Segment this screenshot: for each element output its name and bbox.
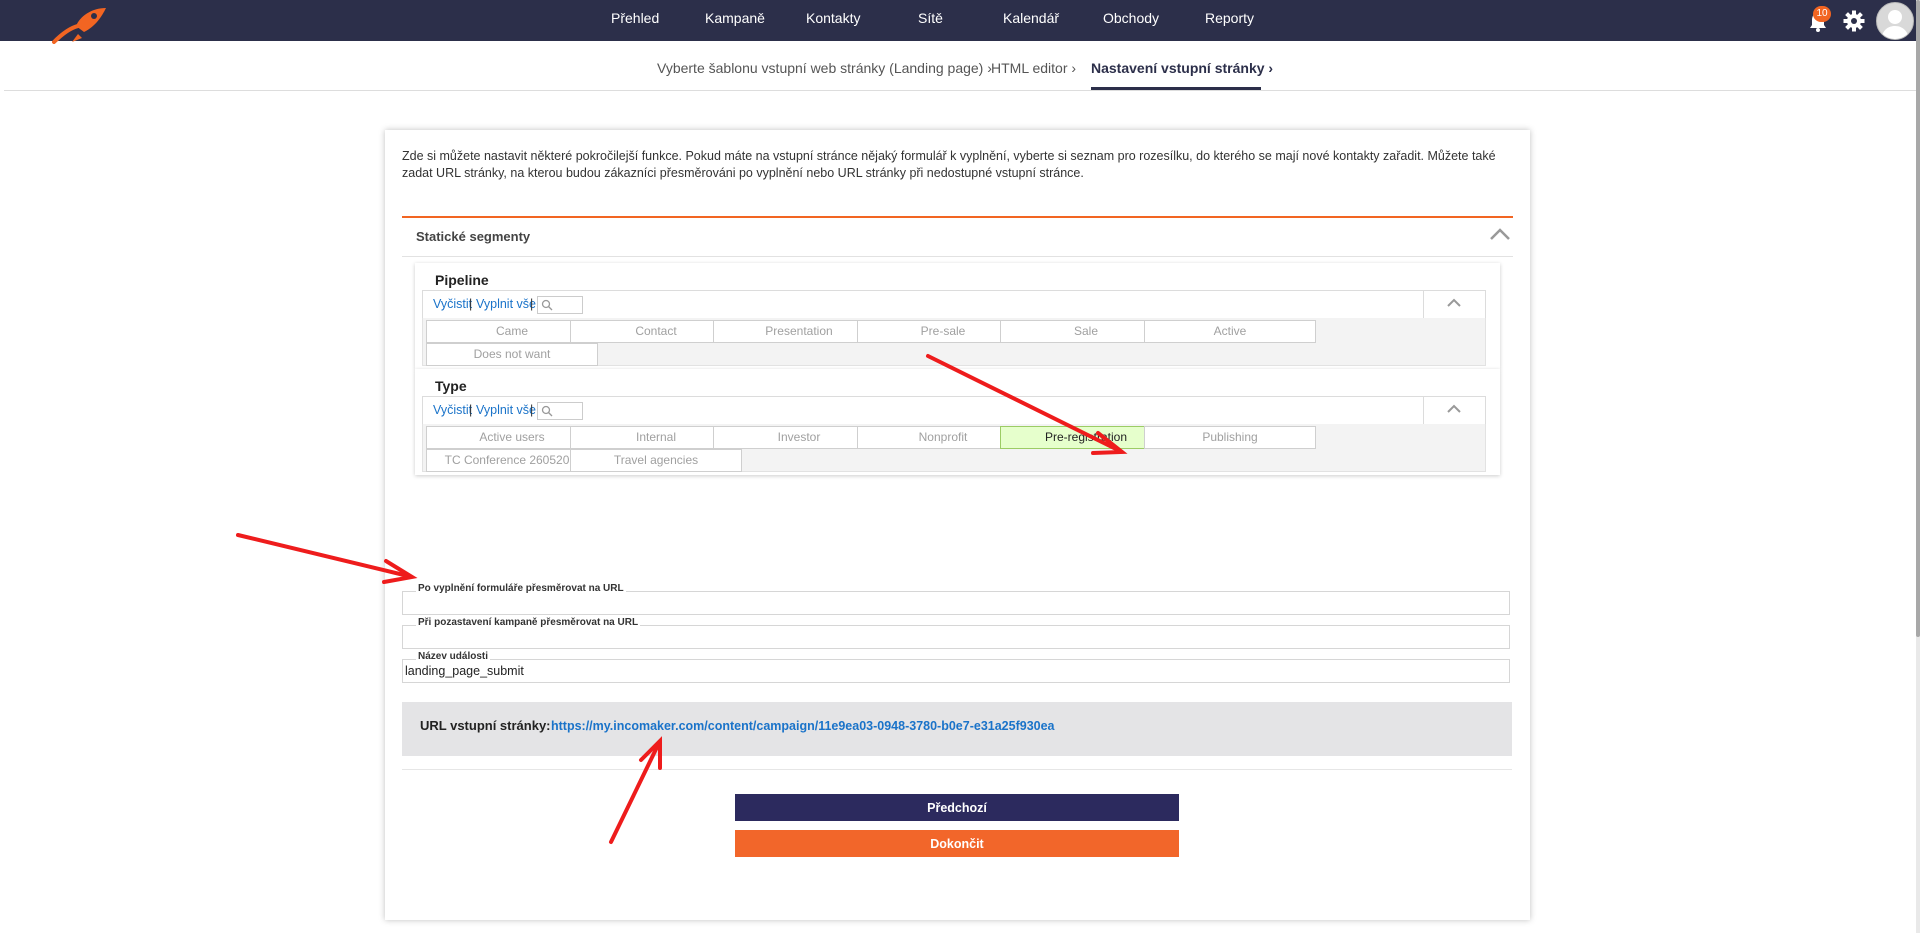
- nav-reporty[interactable]: Reporty: [1205, 10, 1254, 26]
- segment-chip[interactable]: Does not want: [426, 343, 598, 366]
- nav-site[interactable]: Sítě: [918, 10, 943, 26]
- segment-search-input[interactable]: [537, 402, 583, 420]
- segment-chip-list: Came Contact Presentation Pre-sale Sale …: [422, 318, 1486, 366]
- group-toolbar: Vyčistit | Vyplnit vše |: [422, 290, 1486, 319]
- chevron-up-icon[interactable]: [1446, 298, 1462, 308]
- redirect-after-form-label: Po vyplnění formuláře přesměrovat na URL: [416, 583, 626, 594]
- group-title: Type: [435, 378, 467, 394]
- settings-panel: Zde si můžete nastavit některé pokročile…: [385, 130, 1530, 920]
- landing-url-box: URL vstupní stránky: https://my.incomake…: [402, 702, 1512, 756]
- rocket-logo-icon[interactable]: [52, 4, 110, 44]
- breadcrumb-step-label: Vyberte šablonu vstupní web stránky (Lan…: [657, 60, 984, 76]
- gear-icon[interactable]: [1842, 9, 1866, 33]
- segment-group-type: Type Vyčistit | Vyplnit vše | Active use…: [415, 369, 1500, 475]
- clear-link[interactable]: Vyčistit: [433, 403, 472, 417]
- breadcrumb-step-label: Nastavení vstupní stránky: [1091, 60, 1265, 76]
- landing-url-link[interactable]: https://my.incomaker.com/content/campaig…: [551, 719, 1055, 733]
- redirect-after-form-input[interactable]: [402, 591, 1510, 615]
- segment-group-pipeline: Pipeline Vyčistit | Vyplnit vše | Came C…: [415, 263, 1500, 369]
- redirect-paused-input[interactable]: [402, 625, 1510, 649]
- avatar[interactable]: [1876, 2, 1914, 40]
- group-title: Pipeline: [435, 272, 489, 288]
- segment-search-input[interactable]: [537, 296, 583, 314]
- chevron-up-icon[interactable]: [1446, 404, 1462, 414]
- toolbar-separator: |: [530, 297, 534, 311]
- breadcrumb-step-label: HTML editor: [991, 60, 1068, 76]
- toolbar-separator: |: [469, 403, 473, 417]
- static-segments-title: Statické segmenty: [416, 229, 531, 244]
- clear-link[interactable]: Vyčistit: [433, 297, 472, 311]
- intro-text: Zde si můžete nastavit některé pokročile…: [402, 149, 1496, 180]
- search-icon: [541, 405, 553, 417]
- fill-all-link[interactable]: Vyplnit vše: [476, 403, 536, 417]
- event-name-label: Název události: [416, 651, 491, 662]
- scrollbar-thumb[interactable]: [1916, 0, 1920, 637]
- breadcrumb-step-settings[interactable]: Nastavení vstupní stránky ›: [1091, 60, 1273, 76]
- chevron-right-icon: ›: [1268, 60, 1274, 76]
- chevron-right-icon: ›: [1071, 60, 1077, 76]
- event-name-input[interactable]: [402, 659, 1510, 683]
- finish-button[interactable]: Dokončit: [735, 830, 1179, 857]
- user-silhouette-icon: [1881, 10, 1909, 39]
- segment-chip[interactable]: Active: [1144, 320, 1316, 343]
- chevron-up-icon[interactable]: [1489, 227, 1511, 241]
- segment-chip[interactable]: Publishing: [1144, 426, 1316, 449]
- nav-prehled[interactable]: Přehled: [611, 10, 659, 26]
- toolbar-separator: |: [530, 403, 534, 417]
- previous-button[interactable]: Předchozí: [735, 794, 1179, 821]
- static-segments-header[interactable]: Statické segmenty: [402, 216, 1513, 257]
- toolbar-separator: |: [469, 297, 473, 311]
- breadcrumb-step-template[interactable]: Vyberte šablonu vstupní web stránky (Lan…: [657, 60, 992, 76]
- section-divider: [402, 769, 1512, 770]
- notification-badge: 10: [1813, 6, 1831, 22]
- segment-chip[interactable]: Travel agencies: [570, 449, 742, 472]
- nav-kontakty[interactable]: Kontakty: [806, 10, 860, 26]
- search-icon: [541, 299, 553, 311]
- group-toolbar: Vyčistit | Vyplnit vše |: [422, 396, 1486, 425]
- breadcrumb-divider: [4, 90, 1916, 91]
- fill-all-link[interactable]: Vyplnit vše: [476, 297, 536, 311]
- redirect-paused-label: Při pozastavení kampaně přesměrovat na U…: [416, 617, 641, 628]
- toolbar-divider: [1423, 397, 1424, 424]
- toolbar-divider: [1423, 291, 1424, 318]
- nav-kalendar[interactable]: Kalendář: [1003, 10, 1059, 26]
- top-navbar: Přehled Kampaně Kontakty Sítě Kalendář O…: [0, 0, 1916, 44]
- landing-url-label: URL vstupní stránky:: [420, 718, 551, 733]
- segment-chip-list: Active users Internal Investor Nonprofit…: [422, 424, 1486, 472]
- nav-obchody[interactable]: Obchody: [1103, 10, 1159, 26]
- breadcrumb-step-html-editor[interactable]: HTML editor ›: [991, 60, 1076, 76]
- nav-kampane[interactable]: Kampaně: [705, 10, 765, 26]
